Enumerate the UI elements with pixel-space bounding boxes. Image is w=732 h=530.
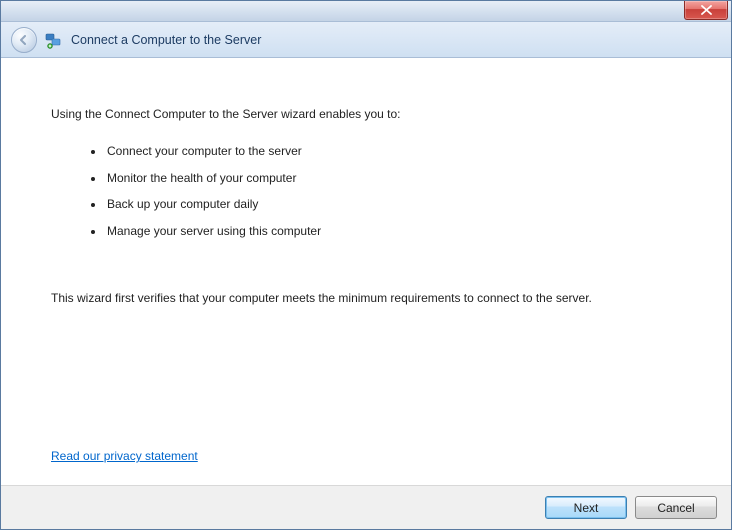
privacy-area: Read our privacy statement	[51, 448, 198, 465]
list-item: Manage your server using this computer	[105, 223, 681, 240]
server-connection-icon	[45, 31, 63, 49]
list-item: Monitor the health of your computer	[105, 170, 681, 187]
wizard-title: Connect a Computer to the Server	[71, 33, 261, 47]
verify-text: This wizard first verifies that your com…	[51, 290, 661, 307]
wizard-footer: Next Cancel	[1, 485, 731, 529]
list-item: Connect your computer to the server	[105, 143, 681, 160]
cancel-button[interactable]: Cancel	[635, 496, 717, 519]
titlebar	[1, 1, 731, 22]
wizard-content: Using the Connect Computer to the Server…	[1, 58, 731, 485]
intro-text: Using the Connect Computer to the Server…	[51, 106, 681, 123]
wizard-header: Connect a Computer to the Server	[1, 22, 731, 58]
close-button[interactable]	[684, 1, 728, 20]
close-icon	[701, 5, 712, 15]
next-button[interactable]: Next	[545, 496, 627, 519]
privacy-link[interactable]: Read our privacy statement	[51, 449, 198, 463]
list-item: Back up your computer daily	[105, 196, 681, 213]
back-arrow-icon	[17, 33, 31, 47]
back-button[interactable]	[11, 27, 37, 53]
feature-list: Connect your computer to the server Moni…	[105, 143, 681, 240]
wizard-window: Connect a Computer to the Server Using t…	[0, 0, 732, 530]
